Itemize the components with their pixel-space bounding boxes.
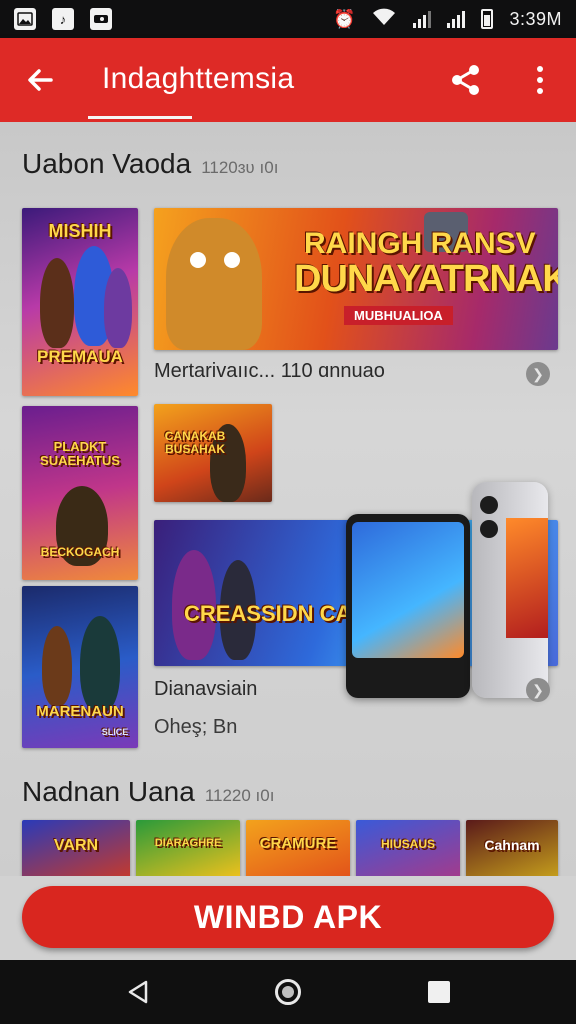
more-vert-icon[interactable] <box>522 60 558 100</box>
poster-title: PLADKT SUAEHATUS <box>40 439 120 468</box>
section-count: 1120ɜʋ ı0ı <box>201 158 279 177</box>
status-bar: ♪ ⏰ 3:39M <box>0 0 576 38</box>
section-title: Uabon Vaoda <box>22 148 192 179</box>
clock: 3:39M <box>509 8 562 29</box>
content-area: Uabon Vaoda 1120ɜʋ ı0ı MISHIH PREMAUA PL… <box>0 122 576 876</box>
banner-ribbon: MUBHUALIOA <box>344 306 453 325</box>
poster-title: MISHIH <box>48 221 112 241</box>
section-title: Nadnan Uana <box>22 776 195 807</box>
signal-icon <box>413 10 432 28</box>
game-tile[interactable]: Cahnam <box>466 820 558 876</box>
app-bar: Indaghttemsia <box>0 38 576 122</box>
item-caption: Dianavsiain <box>154 678 258 700</box>
game-tile[interactable]: CANAKAB BUSAHAK <box>154 404 272 502</box>
section-count: 11220 ı0ı <box>204 786 275 805</box>
banner-headline: RAINGH RANSV <box>304 227 536 260</box>
back-arrow-icon[interactable] <box>20 60 60 100</box>
banner-headline-2: DUNAYATRNAKS <box>294 258 558 300</box>
tab-indicator <box>88 116 192 119</box>
item-subcaption: Oheş; Bn <box>154 716 238 738</box>
chevron-right-icon[interactable]: ❯ <box>526 362 550 386</box>
status-left: ♪ <box>14 8 112 30</box>
status-right: ⏰ 3:39M <box>333 7 562 32</box>
page-title: Indaghttemsia <box>102 62 295 95</box>
poster-subtitle: PREMAUA <box>37 347 123 366</box>
item-caption: Mertarivaııc... 110 ɑnnuao <box>154 360 385 382</box>
tile-title: HIUSAUS <box>380 837 435 851</box>
game-tile[interactable]: HIUSAUS <box>356 820 460 876</box>
phone-mockup <box>472 482 548 698</box>
poster-subtitle: BECKOGACH <box>40 545 120 559</box>
alarm-icon: ⏰ <box>333 9 356 29</box>
nav-recents-icon[interactable] <box>428 981 450 1003</box>
game-poster[interactable]: MARENAUN SLICE <box>22 586 138 748</box>
game-tile[interactable]: DIARAGHRE <box>136 820 240 876</box>
gallery-icon <box>14 8 36 30</box>
music-icon: ♪ <box>52 8 74 30</box>
game-tile[interactable]: CRAMURE <box>246 820 350 876</box>
nav-home-icon[interactable] <box>275 979 301 1005</box>
chevron-right-icon[interactable]: ❯ <box>526 678 550 702</box>
messages-icon <box>90 8 112 30</box>
game-poster[interactable]: PLADKT SUAEHATUS BECKOGACH <box>22 406 138 580</box>
poster-subtitle: SLICE <box>101 727 129 737</box>
section-header: Uabon Vaoda 1120ɜʋ ı0ı <box>22 148 278 180</box>
download-apk-button[interactable]: WINBD APK <box>22 886 554 948</box>
phone-mockup <box>346 514 470 698</box>
signal-icon <box>447 10 466 28</box>
game-poster[interactable]: MISHIH PREMAUA <box>22 208 138 396</box>
wifi-icon <box>371 7 397 32</box>
tile-title: Cahnam <box>484 837 540 853</box>
game-tile[interactable]: VARN <box>22 820 130 876</box>
featured-banner[interactable]: RAINGH RANSV DUNAYATRNAKS MUBHUALIOA <box>154 208 558 350</box>
section-header: Nadnan Uana 11220 ı0ı <box>22 776 274 808</box>
battery-icon <box>481 9 494 29</box>
system-nav-bar <box>0 960 576 1024</box>
tile-title: DIARAGHRE <box>154 837 222 849</box>
tile-title: CRAMURE <box>259 835 337 852</box>
poster-title: MARENAUN <box>36 703 124 720</box>
nav-back-icon[interactable] <box>124 978 152 1006</box>
tile-title: CANAKAB BUSAHAK <box>164 429 226 456</box>
tile-title: VARN <box>53 837 99 854</box>
share-icon[interactable] <box>446 60 486 100</box>
